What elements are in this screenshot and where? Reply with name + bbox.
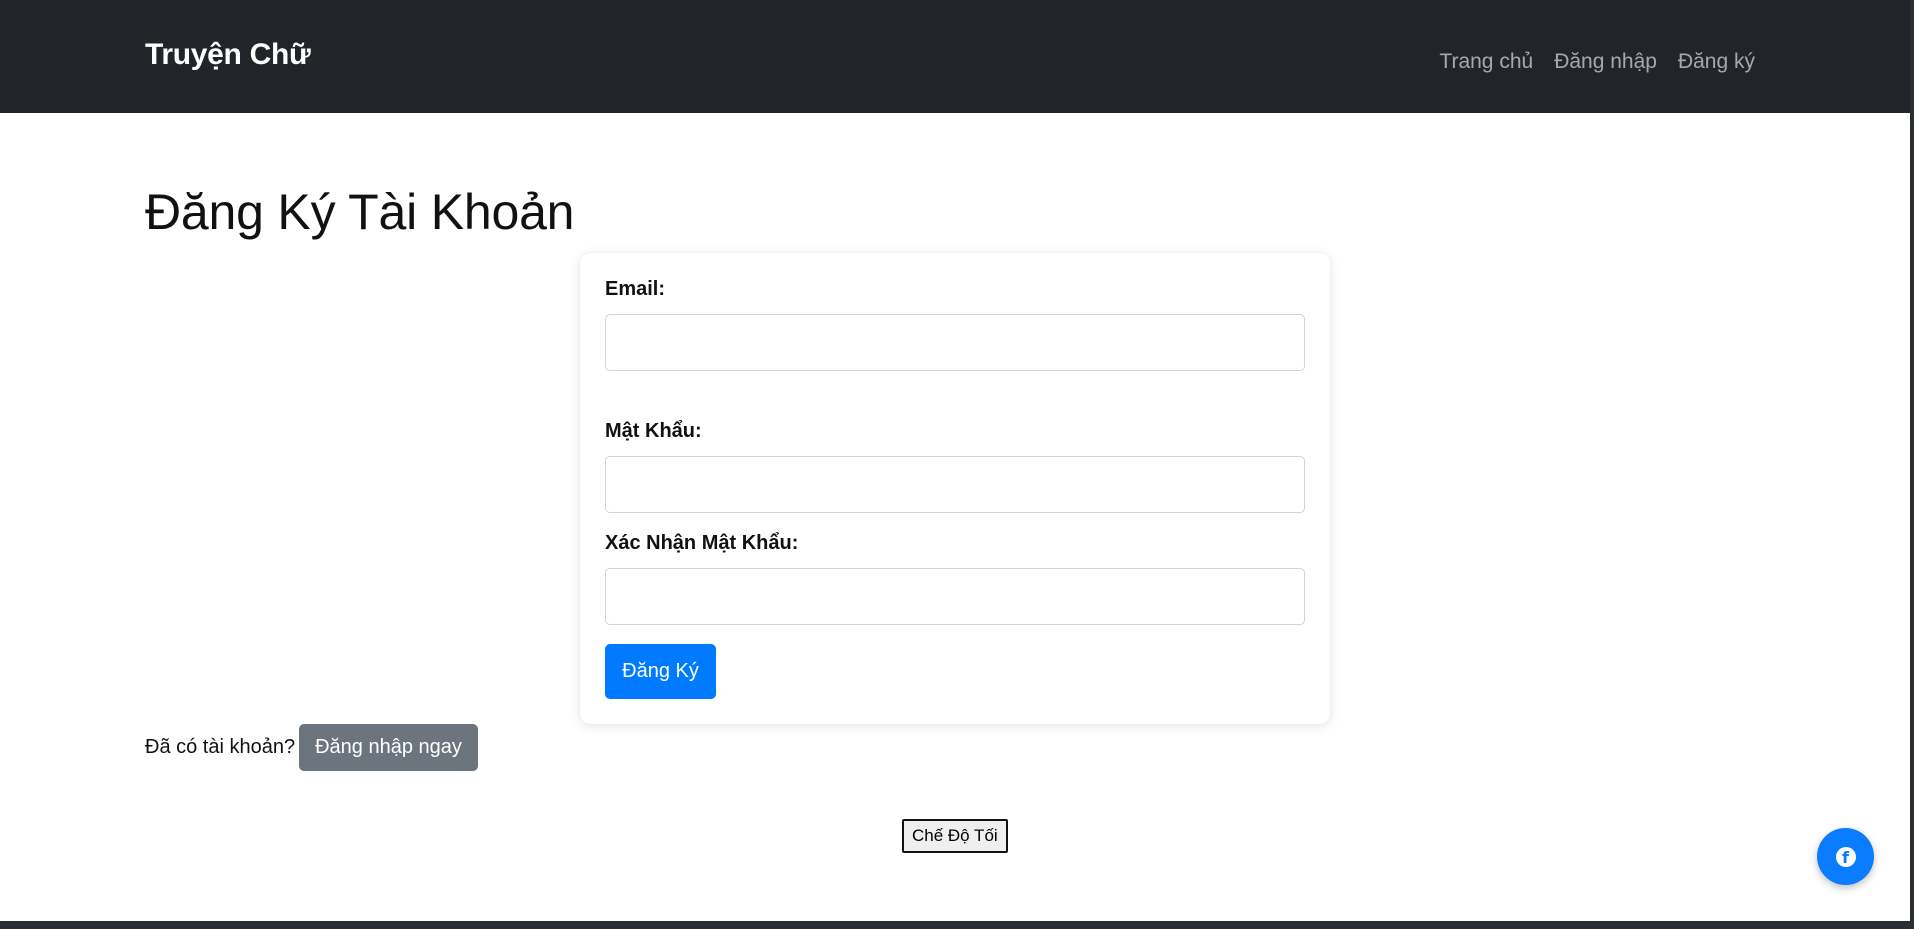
- nav-link-login[interactable]: Đăng nhập: [1554, 50, 1657, 74]
- nav-link-home[interactable]: Trang chủ: [1439, 50, 1533, 74]
- email-input[interactable]: [605, 314, 1305, 371]
- brand-logo[interactable]: Truyện Chữ: [145, 38, 311, 72]
- facebook-icon: f: [1835, 846, 1856, 867]
- email-label: Email:: [605, 278, 666, 300]
- navbar: Truyện Chữ Trang chủ Đăng nhập Đăng ký: [0, 0, 1910, 113]
- page-title: Đăng Ký Tài Khoản: [145, 184, 575, 240]
- nav-link-register[interactable]: Đăng ký: [1678, 50, 1755, 74]
- dark-mode-toggle-button[interactable]: Chế Độ Tối: [902, 819, 1008, 853]
- confirm-password-label: Xác Nhận Mật Khẩu:: [605, 532, 799, 554]
- login-prompt-text: Đã có tài khoản?: [145, 736, 296, 758]
- confirm-password-input[interactable]: [605, 568, 1305, 625]
- nav-links: Trang chủ Đăng nhập Đăng ký: [1439, 50, 1755, 74]
- password-input[interactable]: [605, 456, 1305, 513]
- register-form-card: Email: Mật Khẩu: Xác Nhận Mật Khẩu: Đăng…: [580, 253, 1330, 724]
- login-now-button[interactable]: Đăng nhập ngay: [299, 724, 478, 771]
- password-label: Mật Khẩu:: [605, 420, 702, 442]
- login-prompt: Đã có tài khoản? Đăng nhập ngay: [145, 724, 478, 771]
- page: Truyện Chữ Trang chủ Đăng nhập Đăng ký Đ…: [0, 0, 1910, 921]
- facebook-chat-button[interactable]: f: [1817, 828, 1874, 885]
- register-submit-button[interactable]: Đăng Ký: [605, 644, 716, 699]
